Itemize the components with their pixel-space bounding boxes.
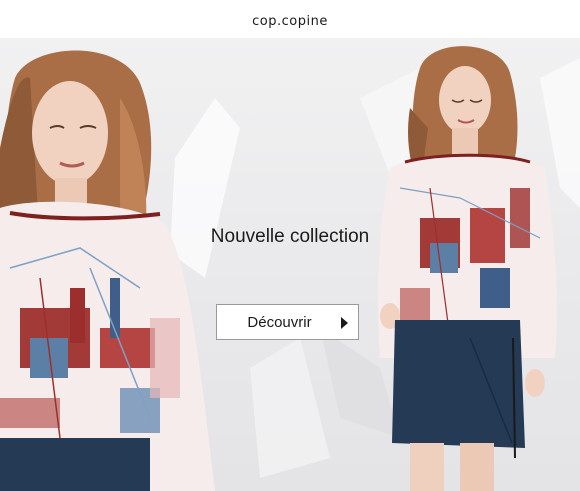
play-arrow-icon (341, 317, 348, 329)
hero-headline: Nouvelle collection (210, 226, 370, 247)
brand-logo[interactable]: cop.copine (252, 14, 328, 29)
hero-background (0, 46, 580, 491)
discover-button[interactable]: Découvrir (216, 304, 359, 340)
site-header: cop.copine (0, 0, 580, 38)
discover-button-label: Découvrir (247, 313, 312, 331)
hero-banner[interactable]: Nouvelle collection Découvrir (0, 38, 580, 491)
left-model-photo (0, 50, 215, 491)
